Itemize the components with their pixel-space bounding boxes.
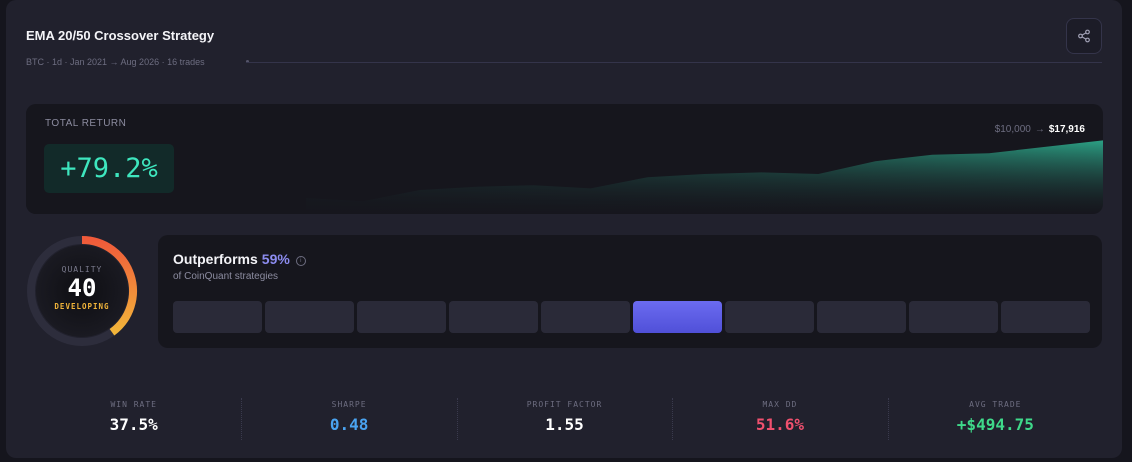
percentile-bin <box>541 301 630 333</box>
stat-profit-factor: PROFIT FACTOR 1.55 <box>456 388 672 440</box>
stats-row: WIN RATE 37.5% SHARPE 0.48 PROFIT FACTOR… <box>26 388 1103 440</box>
total-return-value: +79.2% <box>44 144 174 193</box>
outperforms-heading: Outperforms 59% i <box>173 251 306 267</box>
percentile-bin-active <box>633 301 722 333</box>
stat-label: AVG TRADE <box>969 400 1022 409</box>
percentile-bin <box>725 301 814 333</box>
percentile-bin <box>1001 301 1090 333</box>
percentile-bin <box>357 301 446 333</box>
stat-value: 37.5% <box>109 415 158 434</box>
strategy-title: EMA 20/50 Crossover Strategy <box>26 28 215 43</box>
total-return-label: TOTAL RETURN <box>45 118 127 129</box>
share-icon <box>1078 29 1090 43</box>
quality-label: QUALITY <box>61 265 103 274</box>
outperforms-label: Outperforms <box>173 251 258 267</box>
share-button[interactable] <box>1066 18 1102 54</box>
quality-tier: DEVELOPING <box>54 302 110 311</box>
strategy-subtitle: BTC · 1d · Jan 2021 → Aug 2026 · 16 trad… <box>26 57 205 67</box>
stat-value: 0.48 <box>329 415 369 434</box>
equity-curve-chart <box>26 104 1103 214</box>
stat-avg-trade: AVG TRADE +$494.75 <box>887 388 1103 440</box>
percentile-bin <box>909 301 998 333</box>
outperforms-subtitle: of CoinQuant strategies <box>173 271 279 282</box>
stat-value: +$494.75 <box>956 415 1034 434</box>
percentile-bin <box>817 301 906 333</box>
strategy-card: EMA 20/50 Crossover Strategy BTC · 1d · … <box>6 0 1122 458</box>
percentile-bins <box>173 301 1090 333</box>
quality-score: 40 <box>67 274 97 302</box>
equity-range: $10,000 → $17,916 <box>995 124 1085 135</box>
quality-gauge: QUALITY 40 DEVELOPING <box>26 235 138 347</box>
arrow-right-icon: → <box>1034 124 1045 135</box>
stat-label: SHARPE <box>331 400 367 409</box>
stat-sharpe: SHARPE 0.48 <box>241 388 456 440</box>
outperforms-percent: 59% <box>261 251 290 267</box>
end-equity: $17,916 <box>1048 124 1085 135</box>
outperforms-panel: Outperforms 59% i of CoinQuant strategies <box>158 235 1102 348</box>
stat-label: MAX DD <box>762 400 798 409</box>
stat-max-dd: MAX DD 51.6% <box>672 388 887 440</box>
header-divider <box>246 62 1102 63</box>
stat-value: 1.55 <box>545 415 584 434</box>
percentile-bin <box>265 301 354 333</box>
info-icon[interactable]: i <box>295 256 306 266</box>
stat-win-rate: WIN RATE 37.5% <box>26 388 241 440</box>
percentile-bin <box>173 301 262 333</box>
total-return-panel: TOTAL RETURN +79.2% $10,000 → $17,916 <box>26 104 1103 214</box>
stat-label: PROFIT FACTOR <box>526 400 603 409</box>
stat-value: 51.6% <box>755 415 804 434</box>
percentile-bin <box>449 301 538 333</box>
stat-label: WIN RATE <box>110 400 157 409</box>
start-equity: $10,000 <box>994 124 1031 135</box>
